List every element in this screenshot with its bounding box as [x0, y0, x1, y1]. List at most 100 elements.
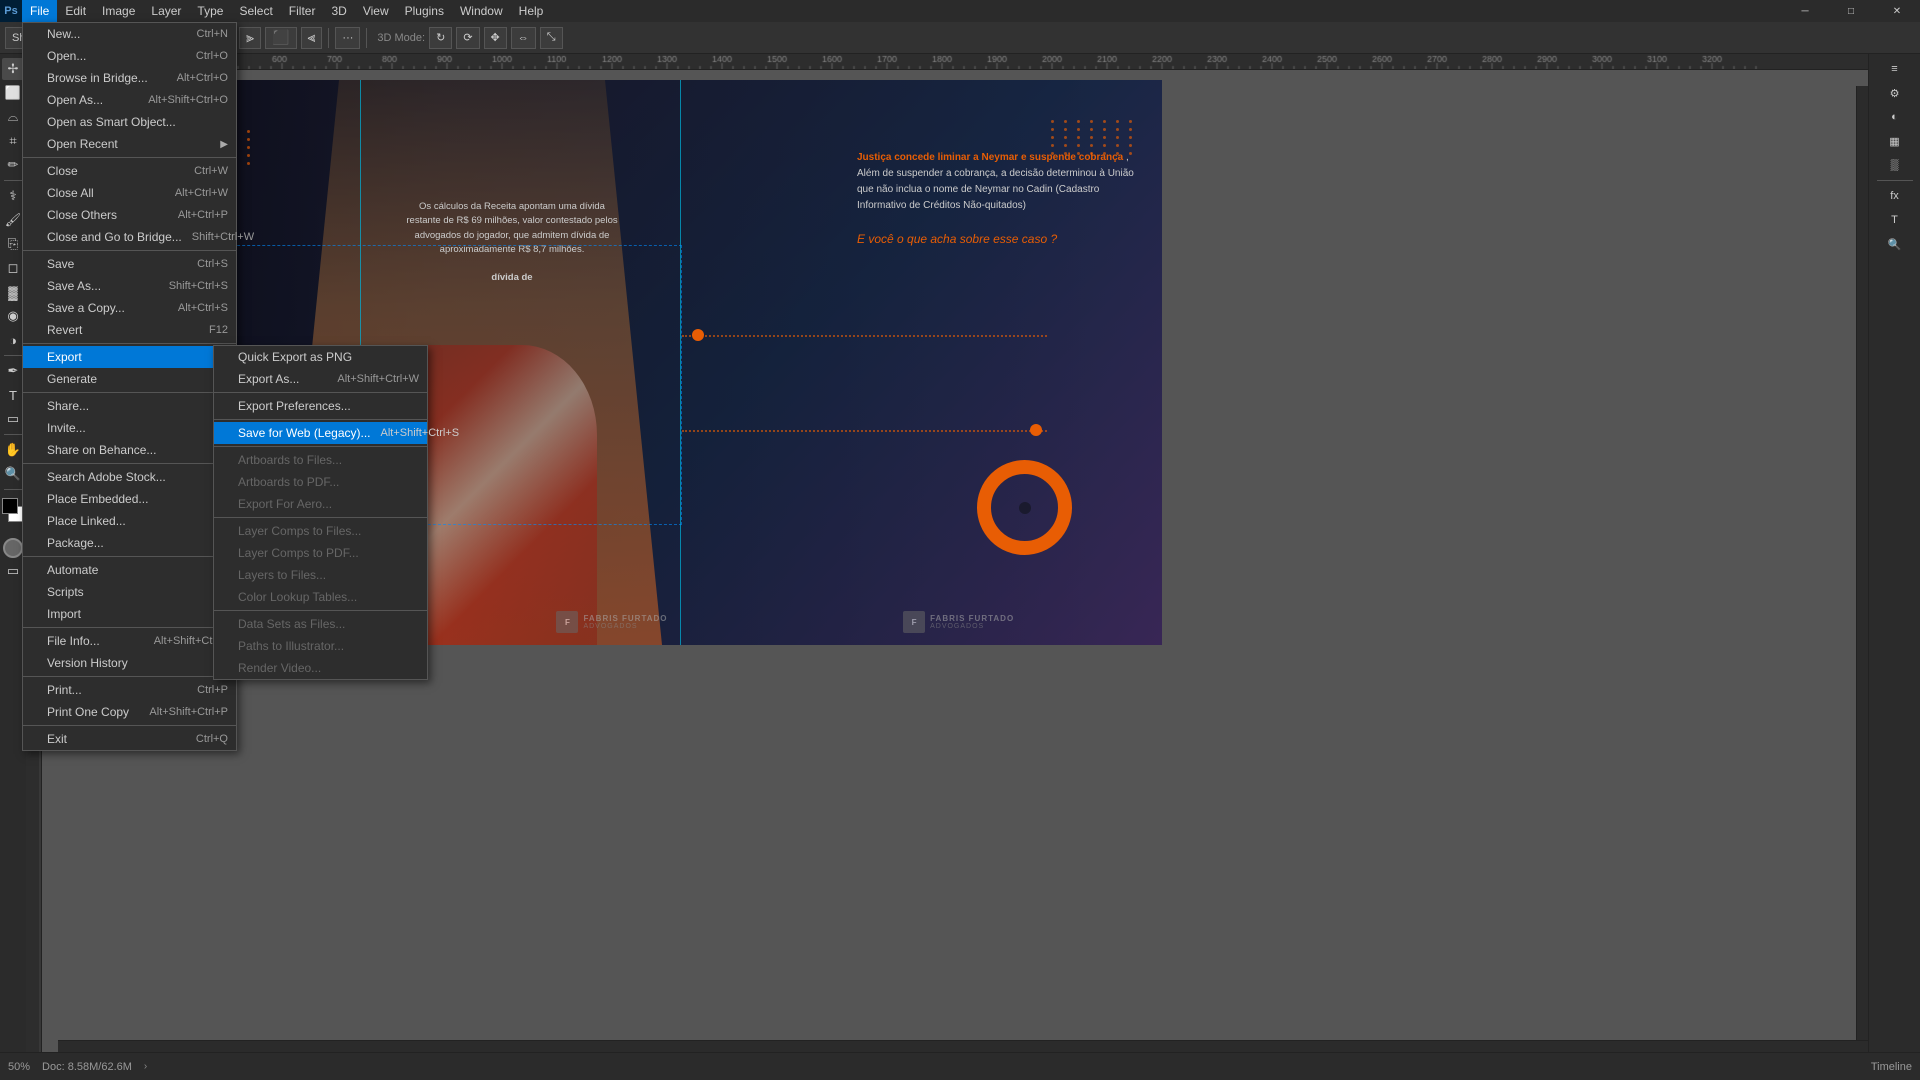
file-menu[interactable]: New...Ctrl+N Open...Ctrl+O Browse in Bri… [22, 22, 237, 751]
menu-plugins[interactable]: Plugins [397, 0, 452, 22]
pen-tool[interactable]: ✒ [2, 360, 24, 382]
file-automate[interactable]: Automate▶ [23, 559, 236, 581]
file-version-history[interactable]: Version History [23, 652, 236, 674]
quick-mask-button[interactable] [3, 538, 23, 558]
lasso-tool[interactable]: ⌓ [2, 106, 24, 128]
panel-swatches-icon[interactable]: ▦ [1884, 130, 1906, 152]
menu-type[interactable]: Type [189, 0, 231, 22]
export-quick-png[interactable]: Quick Export as PNG [214, 346, 427, 368]
panel-gradients-icon[interactable]: ▒ [1884, 154, 1906, 176]
shape-tool[interactable]: ▭ [2, 408, 24, 430]
file-save-as[interactable]: Save As...Shift+Ctrl+S [23, 275, 236, 297]
file-print[interactable]: Print...Ctrl+P [23, 679, 236, 701]
file-share-behance[interactable]: Share on Behance... [23, 439, 236, 461]
eyedropper-tool[interactable]: ✏ [2, 154, 24, 176]
align-bottom-button[interactable]: ⫷ [301, 27, 323, 49]
3d-rotate-button[interactable]: ↻ [429, 27, 452, 49]
file-sep-2 [23, 250, 236, 251]
file-share[interactable]: Share... [23, 395, 236, 417]
file-save-copy[interactable]: Save a Copy...Alt+Ctrl+S [23, 297, 236, 319]
export-preferences[interactable]: Export Preferences... [214, 395, 427, 417]
file-close-all[interactable]: Close AllAlt+Ctrl+W [23, 182, 236, 204]
close-button[interactable]: ✕ [1874, 0, 1920, 22]
file-stock[interactable]: Search Adobe Stock... [23, 466, 236, 488]
export-save-web[interactable]: Save for Web (Legacy)...Alt+Shift+Ctrl+S [214, 422, 427, 444]
file-scripts[interactable]: Scripts▶ [23, 581, 236, 603]
align-top-button[interactable]: ⫸ [239, 27, 261, 49]
file-place-linked[interactable]: Place Linked... [23, 510, 236, 532]
panel-layers-icon[interactable]: ≡ [1884, 58, 1906, 80]
dodge-tool[interactable]: ◑ [2, 329, 24, 351]
file-info[interactable]: File Info...Alt+Shift+Ctrl+I [23, 630, 236, 652]
file-generate[interactable]: Generate▶ [23, 368, 236, 390]
clone-tool[interactable]: ⎘ [2, 233, 24, 255]
menu-file[interactable]: File [22, 0, 57, 22]
panel-fx-icon[interactable]: fx [1884, 185, 1906, 207]
gradient-tool[interactable]: ▓ [2, 281, 24, 303]
file-browse-bridge[interactable]: Browse in Bridge...Alt+Ctrl+O [23, 67, 236, 89]
export-sep-5 [214, 610, 427, 611]
file-new[interactable]: New...Ctrl+N [23, 23, 236, 45]
horizontal-scrollbar[interactable] [58, 1040, 1868, 1052]
menu-window[interactable]: Window [452, 0, 511, 22]
file-open[interactable]: Open...Ctrl+O [23, 45, 236, 67]
file-open-smart[interactable]: Open as Smart Object... [23, 111, 236, 133]
options-bar: Show Transform Controls ⫷ ⬚ ⫸ ⫸ ⬛ ⫷ ··· … [0, 22, 1920, 54]
text-tool[interactable]: T [2, 384, 24, 406]
file-sep-4 [23, 392, 236, 393]
export-sep-2 [214, 419, 427, 420]
marquee-tool[interactable]: ⬜ [2, 82, 24, 104]
move-tool[interactable]: ✢ [2, 58, 24, 80]
menu-filter[interactable]: Filter [281, 0, 324, 22]
file-save[interactable]: SaveCtrl+S [23, 253, 236, 275]
menu-image[interactable]: Image [94, 0, 143, 22]
file-place-embedded[interactable]: Place Embedded... [23, 488, 236, 510]
zoom-tool[interactable]: 🔍 [2, 463, 24, 485]
menu-select[interactable]: Select [231, 0, 280, 22]
file-invite[interactable]: Invite... [23, 417, 236, 439]
align-middle-v-button[interactable]: ⬛ [265, 27, 296, 49]
menu-view[interactable]: View [355, 0, 397, 22]
file-close-bridge[interactable]: Close and Go to Bridge...Shift+Ctrl+W [23, 226, 236, 248]
brush-tool[interactable]: 🖌 [2, 209, 24, 231]
3d-pan-button[interactable]: ✥ [484, 27, 507, 49]
panel-color-icon[interactable]: ◐ [1884, 106, 1906, 128]
3d-slide-button[interactable]: ⇔ [511, 27, 536, 49]
file-print-one[interactable]: Print One CopyAlt+Shift+Ctrl+P [23, 701, 236, 723]
eraser-tool[interactable]: ◻ [2, 257, 24, 279]
more-options-button[interactable]: ··· [335, 27, 360, 49]
export-sep-4 [214, 517, 427, 518]
panel-properties-icon[interactable]: ⚙ [1884, 82, 1906, 104]
menu-edit[interactable]: Edit [57, 0, 94, 22]
3d-scale-button[interactable]: ⤡ [540, 27, 563, 49]
crop-tool[interactable]: ⌗ [2, 130, 24, 152]
extra-tools: ▭ [2, 538, 24, 582]
file-close[interactable]: CloseCtrl+W [23, 160, 236, 182]
screen-mode-button[interactable]: ▭ [2, 560, 24, 582]
minimize-button[interactable]: ─ [1782, 0, 1828, 22]
foreground-color[interactable] [2, 498, 18, 514]
file-package[interactable]: Package... [23, 532, 236, 554]
file-exit[interactable]: ExitCtrl+Q [23, 728, 236, 750]
healing-tool[interactable]: ⚕ [2, 185, 24, 207]
options-divider-3 [366, 28, 367, 48]
menu-help[interactable]: Help [511, 0, 552, 22]
hand-tool[interactable]: ✋ [2, 439, 24, 461]
panel-search-icon[interactable]: 🔍 [1884, 233, 1906, 255]
blur-tool[interactable]: ◉ [2, 305, 24, 327]
panel-type-icon[interactable]: T [1884, 209, 1906, 231]
menu-3d[interactable]: 3D [323, 0, 354, 22]
file-close-others[interactable]: Close OthersAlt+Ctrl+P [23, 204, 236, 226]
file-open-as[interactable]: Open As...Alt+Shift+Ctrl+O [23, 89, 236, 111]
menu-layer[interactable]: Layer [143, 0, 189, 22]
dotted-line-bottom [682, 430, 1047, 432]
file-export[interactable]: Export▶ [23, 346, 236, 368]
export-as[interactable]: Export As...Alt+Shift+Ctrl+W [214, 368, 427, 390]
3d-roll-button[interactable]: ⟳ [456, 27, 479, 49]
file-open-recent[interactable]: Open Recent▶ [23, 133, 236, 155]
file-revert[interactable]: RevertF12 [23, 319, 236, 341]
file-import[interactable]: Import▶ [23, 603, 236, 625]
export-submenu[interactable]: Quick Export as PNG Export As...Alt+Shif… [213, 345, 428, 680]
vertical-scrollbar[interactable] [1856, 86, 1868, 1040]
maximize-button[interactable]: □ [1828, 0, 1874, 22]
